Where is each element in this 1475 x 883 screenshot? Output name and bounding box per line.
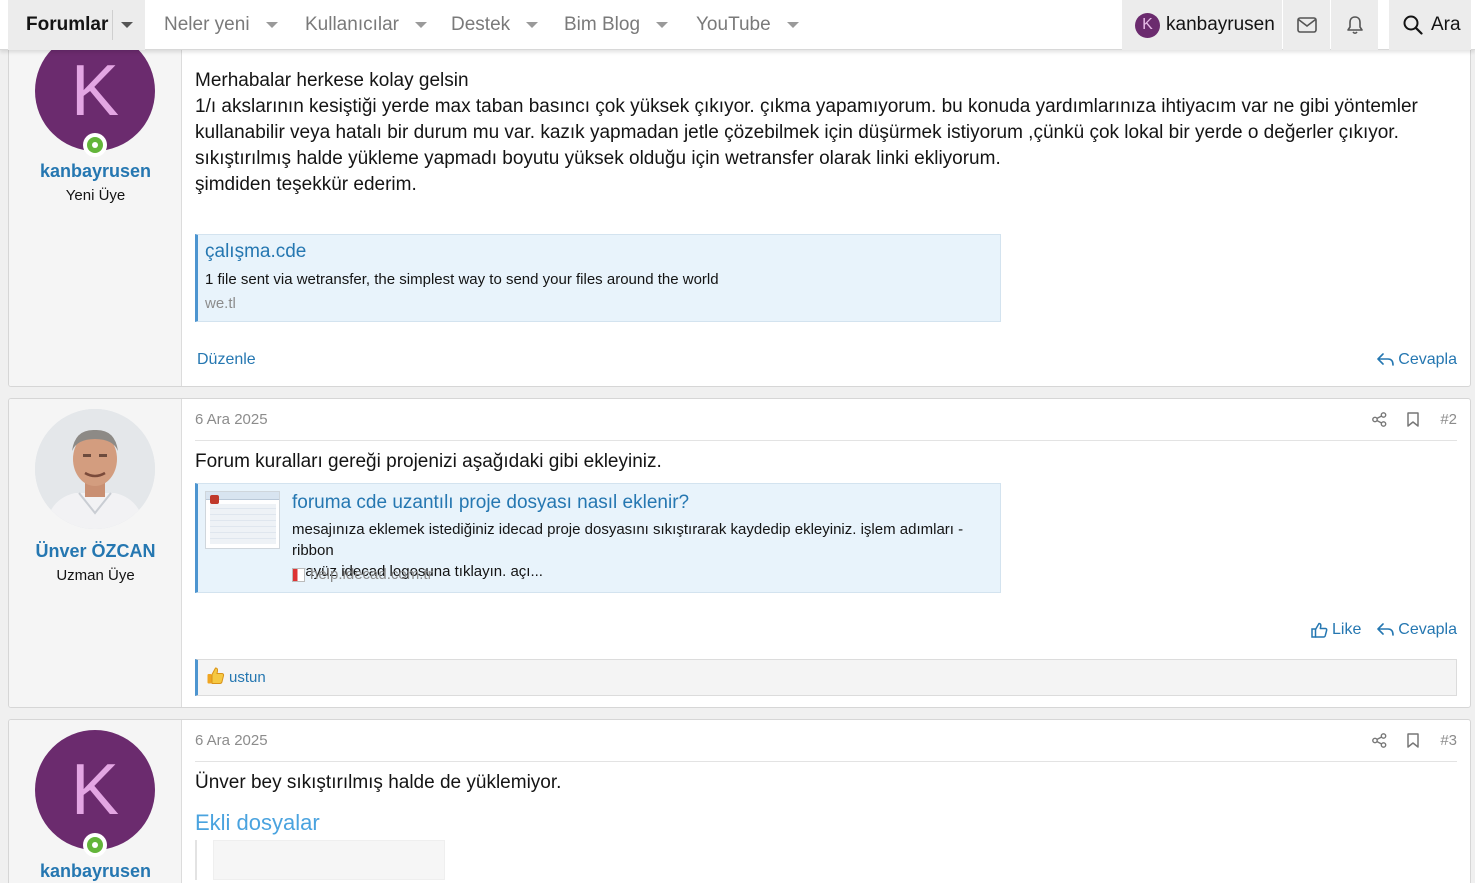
link-preview-domain: we.tl [205,295,236,312]
user-column: Ünver ÖZCAN Uzman Üye [9,399,182,707]
nav-forums[interactable]: Forumlar [8,0,145,50]
search-button[interactable]: Ara [1389,0,1471,50]
reaction-user[interactable]: ustun [229,669,266,686]
post-meta: 6 Ara 2025 #3 [195,726,1457,762]
reply-button[interactable]: Cevapla [1377,621,1457,639]
chevron-down-icon[interactable] [415,22,427,28]
favicon-icon [292,567,305,582]
post-main: 6 Ara 2025 #2 Forum kuralları gereği pro… [195,399,1457,707]
nav-forums-label: Forumlar [26,14,109,35]
chevron-down-icon[interactable] [121,22,133,28]
edit-link[interactable]: Düzenle [197,351,256,369]
post-1: K kanbayrusen Yeni Üye Merhabalar herkes… [8,30,1471,387]
nav-members[interactable]: Kullanıcılar [305,0,427,50]
envelope-icon [1296,17,1317,33]
link-preview-description: 1 file sent via wetransfer, the simplest… [205,271,719,288]
post-number[interactable]: #3 [1440,732,1457,749]
body-line: Merhabalar herkese kolay gelsin [195,70,469,91]
online-indicator-icon [83,833,107,857]
thumbs-up-icon [1311,622,1328,638]
online-indicator-icon [83,133,107,157]
avatar[interactable]: K [35,730,155,850]
post-date[interactable]: 6 Ara 2025 [195,411,268,428]
reply-icon [1377,623,1395,636]
reaction-bar: ustun [195,659,1457,696]
post-body: Ünver bey sıkıştırılmış halde de yüklemi… [195,772,562,793]
attachment-thumbnail[interactable] [195,840,445,880]
post-main: 6 Ara 2025 #3 Ünver bey sıkıştırılmış ha… [195,720,1457,883]
user-title: Yeni Üye [65,187,126,204]
link-preview-domain-text: help.idecad.com.tr [310,566,433,583]
chevron-down-icon[interactable] [526,22,539,28]
nav-youtube-label: YouTube [696,14,771,35]
reply-icon [1377,353,1395,366]
top-navigation: Forumlar Neler yeni Kullanıcılar Destek … [0,0,1475,50]
body-line: kullanabilir veya hatalı bir durum mu va… [195,122,1399,143]
bookmark-icon[interactable] [1396,412,1430,427]
link-preview[interactable]: çalışma.cde 1 file sent via wetransfer, … [195,234,1001,322]
user-column: K kanbayrusen [9,720,182,883]
like-label: Like [1332,621,1362,638]
like-reaction-icon [206,666,225,689]
body-line: şimdiden teşekkür ederim. [195,174,417,195]
reply-label: Cevapla [1398,621,1457,638]
link-preview-domain: help.idecad.com.tr [292,566,433,583]
post-meta: 6 Ara 2025 #2 [195,405,1457,441]
chevron-down-icon[interactable] [786,22,799,28]
post-main: Merhabalar herkese kolay gelsin 1/ı aksl… [195,31,1457,386]
post-2: Ünver ÖZCAN Uzman Üye 6 Ara 2025 #2 Foru… [8,398,1471,708]
nav-blog[interactable]: Bim Blog [564,0,669,50]
nav-support-label: Destek [451,14,511,35]
post-body: Merhabalar herkese kolay gelsin 1/ı aksl… [195,68,1457,198]
link-preview-title[interactable]: foruma cde uzantılı proje dosyası nasıl … [292,492,689,514]
avatar: K [1135,12,1160,38]
account-name: kanbayrusen [1166,14,1275,35]
reply-label: Cevapla [1398,351,1457,368]
chevron-down-icon[interactable] [656,22,669,28]
user-column: K kanbayrusen Yeni Üye [9,31,182,386]
nav-blog-label: Bim Blog [564,14,641,35]
search-label: Ara [1431,14,1461,35]
nav-members-label: Kullanıcılar [305,14,399,35]
post-body: Forum kuralları gereği projenizi aşağıda… [195,451,662,472]
nav-whats-new[interactable]: Neler yeni [164,0,278,50]
description-line: mesajınıza eklemek istediğiniz idecad pr… [292,521,964,559]
share-icon[interactable] [1362,412,1396,427]
link-preview[interactable]: foruma cde uzantılı proje dosyası nasıl … [195,483,1001,593]
divider [112,10,113,40]
bell-icon [1346,16,1363,35]
search-icon [1403,15,1423,35]
username[interactable]: kanbayrusen [9,161,182,182]
attachments-heading: Ekli dosyalar [195,810,320,835]
link-preview-thumbnail [205,491,280,549]
inbox-button[interactable] [1283,0,1330,50]
link-preview-title[interactable]: çalışma.cde [205,241,306,263]
nav-whats-new-label: Neler yeni [164,14,250,35]
avatar[interactable] [35,409,155,529]
user-photo [35,409,155,529]
share-icon[interactable] [1362,733,1396,748]
reply-button[interactable]: Cevapla [1377,351,1457,369]
chevron-down-icon[interactable] [265,22,278,28]
username[interactable]: kanbayrusen [9,861,182,882]
body-line: sıkıştırılmış halde yükleme yapmadı boyu… [195,148,1001,169]
post-3: K kanbayrusen 6 Ara 2025 #3 Ünver bey sı… [8,719,1471,883]
alerts-button[interactable] [1331,0,1378,50]
account-menu[interactable]: K kanbayrusen [1122,0,1282,50]
body-line: 1/ı akslarının kesiştiği yerde max taban… [195,96,1418,117]
nav-youtube[interactable]: YouTube [696,0,799,50]
bookmark-icon[interactable] [1396,733,1430,748]
post-date[interactable]: 6 Ara 2025 [195,732,268,749]
post-number[interactable]: #2 [1440,411,1457,428]
username[interactable]: Ünver ÖZCAN [9,541,182,562]
like-button[interactable]: Like [1311,621,1361,639]
user-title: Uzman Üye [56,567,135,584]
nav-support[interactable]: Destek [451,0,539,50]
